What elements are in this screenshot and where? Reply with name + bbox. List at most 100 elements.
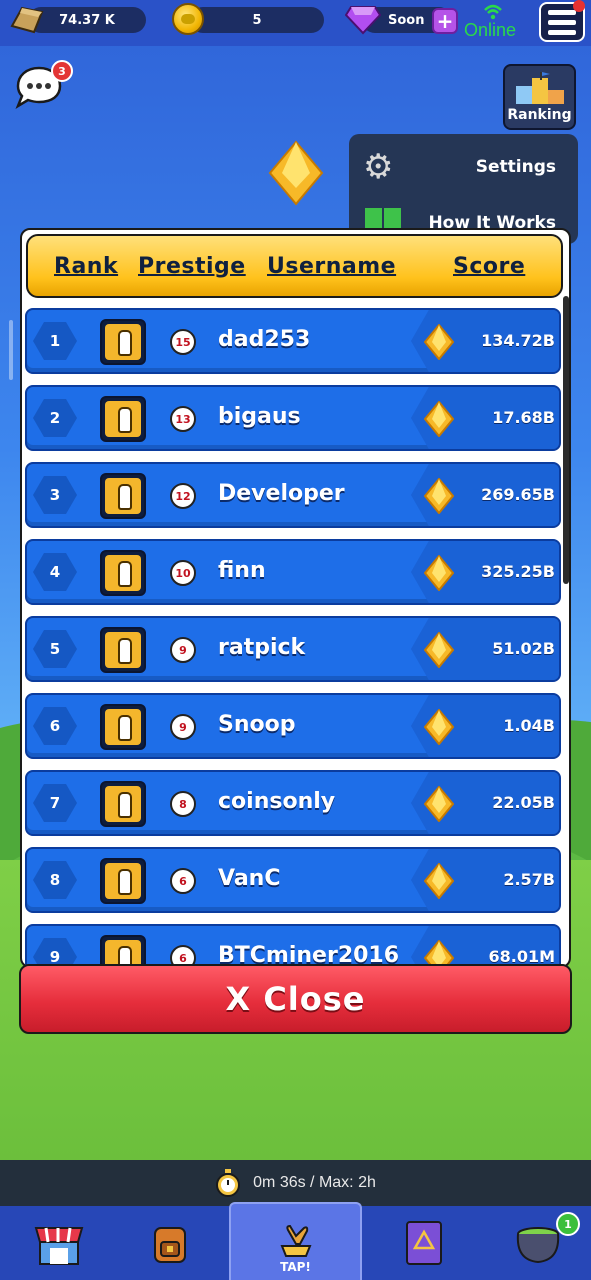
- leaderboard-row[interactable]: 2 13 bigaus 17.68B: [25, 385, 561, 451]
- leaderboard-list[interactable]: 1 15 dad253 134.72B 2 13 bigaus 17.68B 3…: [22, 308, 569, 966]
- wifi-icon: [484, 4, 502, 20]
- podium-icon: [515, 72, 564, 104]
- buy-gems-button[interactable]: +: [432, 8, 458, 34]
- avatar[interactable]: [100, 704, 146, 750]
- page-scroll-indicator: [9, 320, 13, 380]
- backpack-icon: [154, 1227, 186, 1263]
- leaderboard-modal: Rank Prestige Username Score 1 15 dad253…: [20, 228, 571, 968]
- gear-icon: ⚙: [363, 147, 394, 187]
- top-resource-bar: 74.37 K 5 Soon + Online: [0, 0, 591, 46]
- score-value: 269.65B: [481, 485, 555, 504]
- timer-text: 0m 36s / Max: 2h: [253, 1174, 376, 1191]
- leaderboard-row[interactable]: 1 15 dad253 134.72B: [25, 308, 561, 374]
- gold-diamond-icon: [268, 140, 324, 206]
- gold-counter: 74.37 K: [28, 7, 146, 33]
- avatar[interactable]: [100, 473, 146, 519]
- prestige-column-header[interactable]: Prestige: [138, 254, 246, 279]
- gem-value: Soon: [388, 12, 425, 28]
- prestige-badge: 9: [170, 714, 196, 740]
- score-value: 22.05B: [492, 793, 555, 812]
- book-icon: [365, 208, 401, 228]
- settings-label: Settings: [475, 157, 556, 177]
- prestige-badge: 10: [170, 560, 196, 586]
- gold-diamond-icon: [424, 863, 454, 899]
- nav-spellbook[interactable]: [365, 1206, 483, 1280]
- prestige-badge: 13: [170, 406, 196, 432]
- purple-gem-icon: [345, 6, 381, 35]
- avatar[interactable]: [100, 781, 146, 827]
- menu-notification-dot: [573, 0, 585, 12]
- rank-badge: 6: [33, 707, 77, 745]
- prestige-badge: 9: [170, 637, 196, 663]
- tap-hand-icon: [280, 1224, 311, 1257]
- score-value: 17.68B: [492, 408, 555, 427]
- spellbook-icon: [406, 1221, 442, 1265]
- close-button[interactable]: X Close: [19, 964, 572, 1034]
- leaderboard-header: Rank Prestige Username Score: [26, 234, 563, 298]
- nav-shop[interactable]: [0, 1206, 118, 1280]
- cauldron-badge: 1: [556, 1212, 580, 1236]
- leaderboard-row[interactable]: 7 8 coinsonly 22.05B: [25, 770, 561, 836]
- ranking-button[interactable]: Ranking: [503, 64, 576, 130]
- leaderboard-row[interactable]: 4 10 finn 325.25B: [25, 539, 561, 605]
- shop-icon: [34, 1227, 84, 1265]
- rank-column-header[interactable]: Rank: [54, 254, 118, 279]
- leaderboard-row[interactable]: 3 12 Developer 269.65B: [25, 462, 561, 528]
- rank-badge: 2: [33, 399, 77, 437]
- gold-diamond-icon: [424, 478, 454, 514]
- prestige-badge: 8: [170, 791, 196, 817]
- username: bigaus: [218, 404, 301, 429]
- nav-inventory[interactable]: [111, 1206, 229, 1280]
- score-value: 1.04B: [503, 716, 555, 735]
- prestige-badge: 6: [170, 868, 196, 894]
- nav-tap[interactable]: TAP!: [229, 1202, 362, 1280]
- ranking-label: Ranking: [507, 107, 572, 123]
- rank-badge: 8: [33, 861, 77, 899]
- score-value: 134.72B: [481, 331, 555, 350]
- username: coinsonly: [218, 789, 336, 814]
- username: VanC: [218, 866, 281, 891]
- rank-badge: 3: [33, 476, 77, 514]
- tap-label: TAP!: [280, 1260, 311, 1274]
- prestige-badge: 12: [170, 483, 196, 509]
- leaderboard-row[interactable]: 8 6 VanC 2.57B: [25, 847, 561, 913]
- avatar[interactable]: [100, 627, 146, 673]
- coin-value: 5: [252, 12, 262, 28]
- username: Developer: [218, 481, 345, 506]
- username: ratpick: [218, 635, 306, 660]
- timer-bar: 0m 36s / Max: 2h: [0, 1160, 591, 1206]
- gold-value: 74.37 K: [59, 12, 115, 28]
- leaderboard-row[interactable]: 9 6 BTCminer2016 68.01M: [25, 924, 561, 966]
- plus-label: +: [436, 9, 454, 33]
- gold-diamond-icon: [424, 786, 454, 822]
- rank-badge: 7: [33, 784, 77, 822]
- coin-counter: 5: [190, 7, 324, 33]
- chat-badge: 3: [51, 60, 73, 82]
- leaderboard-scrollbar[interactable]: [563, 296, 569, 584]
- leaderboard-row[interactable]: 6 9 Snoop 1.04B: [25, 693, 561, 759]
- gold-bar-icon: [10, 6, 44, 34]
- prestige-badge: 15: [170, 329, 196, 355]
- connection-status: Online: [464, 20, 517, 40]
- username: Snoop: [218, 712, 296, 737]
- gold-diamond-icon: [424, 555, 454, 591]
- avatar[interactable]: [100, 550, 146, 596]
- avatar[interactable]: [100, 319, 146, 365]
- rank-badge: 4: [33, 553, 77, 591]
- score-value: 2.57B: [503, 870, 555, 889]
- avatar[interactable]: [100, 858, 146, 904]
- username: finn: [218, 558, 266, 583]
- settings-menu-item[interactable]: ⚙ Settings: [349, 142, 578, 192]
- username-column-header[interactable]: Username: [267, 254, 396, 279]
- rank-badge: 5: [33, 630, 77, 668]
- close-label: X Close: [225, 980, 366, 1018]
- gold-diamond-icon: [424, 632, 454, 668]
- avatar[interactable]: [100, 396, 146, 442]
- stopwatch-icon: [216, 1169, 241, 1197]
- coin-icon: [172, 3, 204, 35]
- score-column-header[interactable]: Score: [453, 254, 525, 279]
- rank-badge: 1: [33, 322, 77, 360]
- gold-diamond-icon: [424, 709, 454, 745]
- score-value: 325.25B: [481, 562, 555, 581]
- leaderboard-row[interactable]: 5 9 ratpick 51.02B: [25, 616, 561, 682]
